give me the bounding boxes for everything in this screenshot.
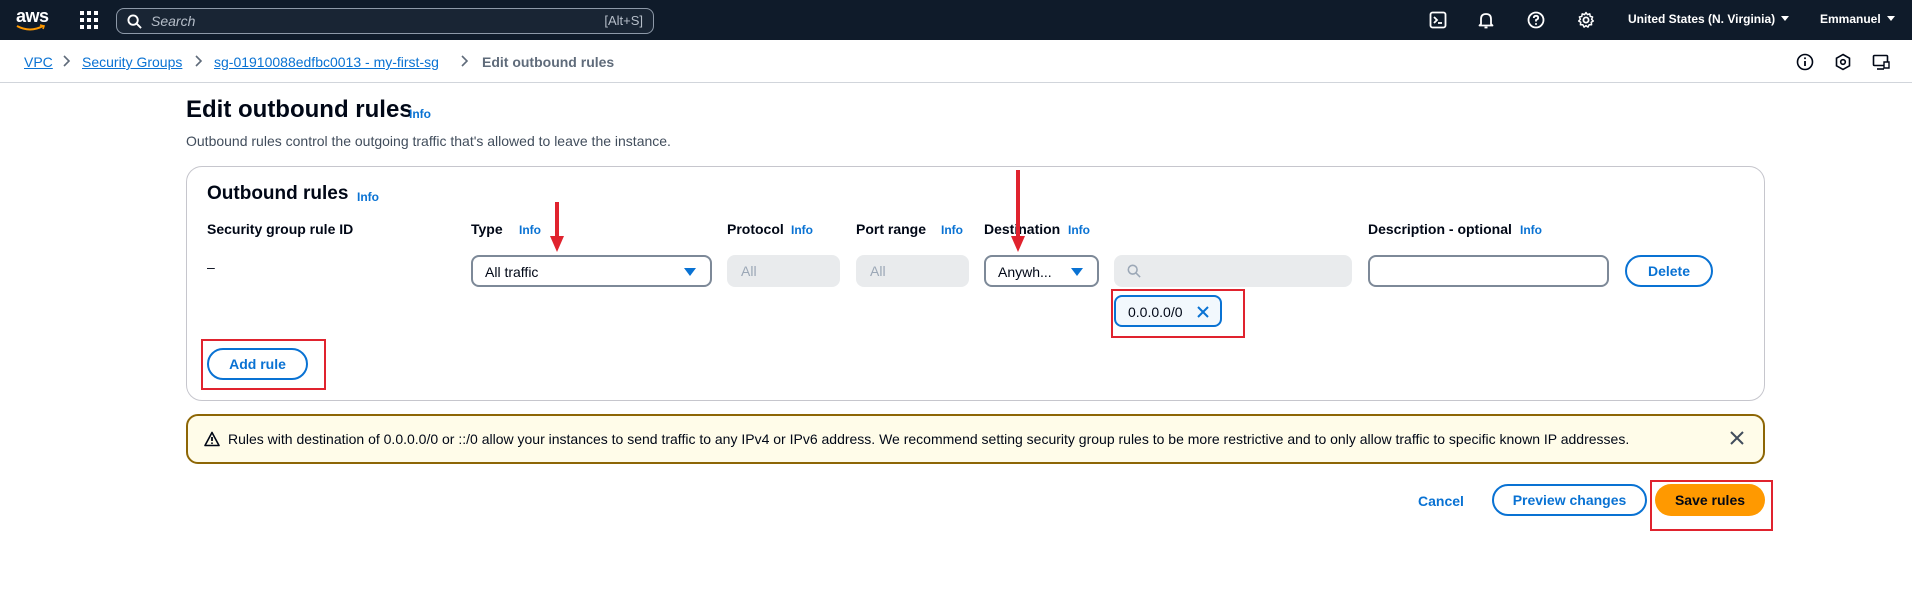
port-range-value: All — [870, 263, 886, 279]
gear-icon[interactable] — [1577, 11, 1595, 29]
type-select-value: All traffic — [485, 264, 539, 280]
type-select[interactable]: All traffic — [471, 255, 712, 287]
container-info-link[interactable]: Info — [357, 190, 379, 204]
warning-icon — [204, 431, 220, 447]
bell-icon[interactable] — [1477, 11, 1495, 29]
info-circle-icon[interactable] — [1796, 53, 1814, 71]
breadcrumb-current: Edit outbound rules — [482, 54, 615, 70]
close-icon[interactable] — [1729, 430, 1745, 446]
caret-down-icon — [1781, 16, 1790, 21]
description-input[interactable] — [1368, 255, 1609, 287]
cancel-button[interactable]: Cancel — [1418, 493, 1464, 509]
region-selector[interactable]: United States (N. Virginia) — [1628, 12, 1790, 26]
chevron-right-icon — [63, 55, 71, 67]
protocol-info-link[interactable]: Info — [791, 223, 813, 237]
preview-changes-button[interactable]: Preview changes — [1492, 484, 1647, 516]
annotation-arrow-icon — [1011, 170, 1025, 252]
column-header-description: Description - optional — [1368, 221, 1512, 237]
chevron-right-icon — [195, 55, 203, 67]
caret-down-icon — [1071, 268, 1083, 276]
top-navigation: aws [Alt+S] United States (N. Virginia) — [0, 0, 1912, 40]
page-description: Outbound rules control the outgoing traf… — [186, 133, 671, 149]
breadcrumb: VPC Security Groups sg-01910088edfbc0013… — [0, 40, 1912, 83]
aws-logo[interactable]: aws — [16, 7, 50, 33]
breadcrumb-security-groups[interactable]: Security Groups — [82, 54, 182, 70]
user-name: Emmanuel — [1820, 12, 1881, 26]
save-rules-button[interactable]: Save rules — [1655, 484, 1765, 516]
column-header-type: Type — [471, 221, 503, 237]
description-info-link[interactable]: Info — [1520, 223, 1542, 237]
column-header-protocol: Protocol — [727, 221, 784, 237]
protocol-input: All — [727, 255, 840, 287]
rule-id-value: – — [207, 259, 215, 275]
hexagon-settings-icon[interactable] — [1834, 53, 1852, 71]
page-title-info-link[interactable]: Info — [409, 107, 431, 121]
search-input[interactable] — [151, 12, 531, 30]
type-info-link[interactable]: Info — [519, 223, 541, 237]
help-icon[interactable] — [1527, 11, 1545, 29]
search-bar[interactable]: [Alt+S] — [116, 8, 654, 34]
aws-logo-text: aws — [16, 6, 49, 26]
screen-help-icon[interactable] — [1872, 53, 1890, 71]
services-grid-icon[interactable] — [80, 11, 98, 29]
annotation-arrow-icon — [550, 202, 564, 252]
account-menu[interactable]: Emmanuel — [1820, 12, 1895, 26]
search-icon — [1127, 264, 1141, 278]
caret-down-icon — [684, 268, 696, 276]
port-range-info-link[interactable]: Info — [941, 223, 963, 237]
caret-down-icon — [1886, 16, 1895, 21]
column-header-port-range: Port range — [856, 221, 927, 237]
page-title: Edit outbound rules — [186, 96, 413, 123]
container-title: Outbound rules — [207, 183, 349, 204]
destination-select-value: Anywh... — [998, 264, 1052, 280]
protocol-value: All — [741, 263, 757, 279]
destination-cidr-search[interactable] — [1114, 255, 1352, 287]
breadcrumb-security-group[interactable]: sg-01910088edfbc0013 - my-first-sg — [214, 54, 439, 70]
region-label: United States (N. Virginia) — [1628, 12, 1776, 26]
breadcrumb-vpc[interactable]: VPC — [24, 54, 53, 70]
delete-button[interactable]: Delete — [1625, 255, 1713, 287]
port-range-input: All — [856, 255, 969, 287]
warning-alert-text: Rules with destination of 0.0.0.0/0 or :… — [228, 431, 1630, 447]
destination-info-link[interactable]: Info — [1068, 223, 1090, 237]
cloudshell-icon[interactable] — [1429, 11, 1447, 29]
annotation-box-cidr — [1111, 289, 1245, 338]
search-icon — [127, 14, 142, 29]
warning-alert: Rules with destination of 0.0.0.0/0 or :… — [186, 414, 1765, 464]
column-header-rule-id: Security group rule ID — [207, 221, 354, 237]
destination-select[interactable]: Anywh... — [984, 255, 1099, 287]
search-shortcut: [Alt+S] — [604, 13, 643, 28]
aws-smile-icon — [16, 24, 46, 31]
chevron-right-icon — [461, 55, 469, 67]
annotation-box-add-rule — [201, 339, 326, 390]
